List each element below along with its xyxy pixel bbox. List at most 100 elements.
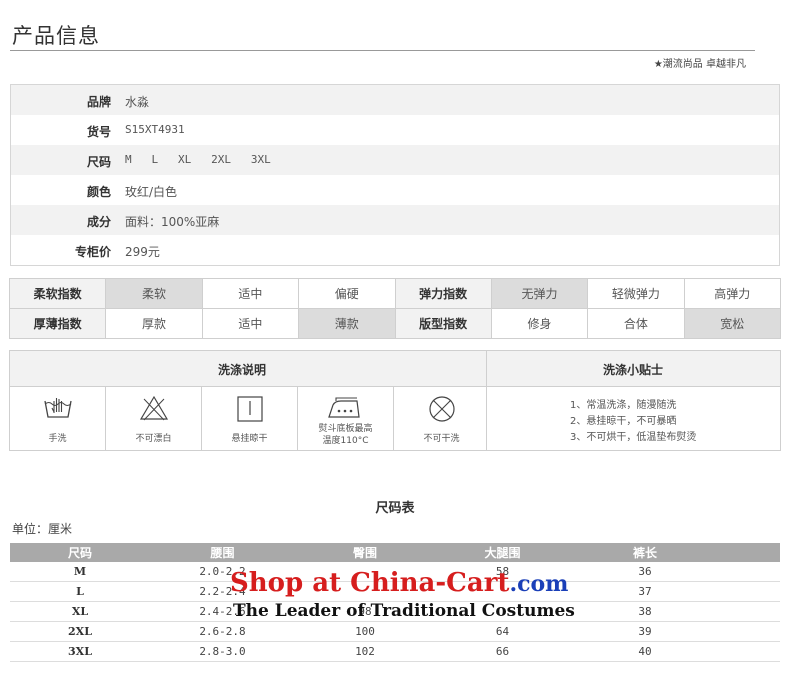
- wash-item-iron: 熨斗底板最高 温度110°C: [298, 387, 394, 450]
- washing-tips-title: 洗涤小贴士: [603, 363, 664, 377]
- wash-caption: 手洗: [48, 434, 67, 444]
- washing-box: 洗涤说明 洗涤小贴士 手洗 不可漂白 悬挂晾干 熨斗底板最高 温度110°C 不…: [9, 350, 781, 451]
- index-option-selected: 薄款: [298, 308, 396, 339]
- product-info-box: 品牌 水淼 货号 S15XT4931 尺码 M L XL 2XL 3XL 颜色 …: [10, 84, 780, 266]
- title-divider: [10, 50, 755, 51]
- index-option: 适中: [201, 278, 300, 309]
- size-cell-empty: [720, 621, 780, 642]
- tip-item: 3、不可烘干，低温垫布熨烫: [570, 432, 697, 443]
- wash-item-hand-wash: 手洗: [10, 387, 106, 450]
- watermark-shop-at: Shop at: [230, 568, 351, 598]
- size-cell: 37: [570, 581, 720, 602]
- index-option: 偏硬: [298, 278, 396, 309]
- size-header-row: 尺码 腰围 臀围 大腿围 裤长: [10, 543, 780, 562]
- size-cell: XL: [10, 601, 150, 622]
- size-cell: 2XL: [10, 621, 150, 642]
- watermark-line1: Shop at China-Cart.com: [230, 568, 568, 598]
- info-label: 尺码: [86, 155, 111, 169]
- wash-caption: 熨斗底板最高 温度110°C: [318, 424, 373, 446]
- hand-wash-icon: [44, 398, 72, 418]
- info-row-price: 专柜价 299元: [11, 235, 779, 265]
- info-label: 货号: [86, 125, 111, 139]
- size-header-cell: 尺码: [10, 543, 150, 562]
- info-row-sku: 货号 S15XT4931: [11, 115, 779, 145]
- size-header-cell: 裤长: [570, 543, 720, 562]
- size-header-cell: 大腿围: [435, 543, 570, 562]
- fabric-index-table: 柔软指数 柔软 适中 偏硬 弹力指数 无弹力 轻微弹力 高弹力 厚薄指数 厚款 …: [8, 278, 782, 339]
- info-row-material: 成分 面料：100%亚麻: [11, 205, 779, 235]
- info-row-color: 颜色 玫红/白色: [11, 175, 779, 205]
- size-cell-empty: [720, 562, 780, 582]
- info-value: 玫红/白色: [125, 185, 178, 199]
- wash-item-no-bleach: 不可漂白: [106, 387, 202, 450]
- info-value: 299元: [125, 245, 160, 259]
- size-header-filler: [720, 543, 780, 562]
- index-option-selected: 无弹力: [490, 278, 589, 309]
- index-label: 厚薄指数: [8, 308, 107, 339]
- size-cell: 66: [435, 641, 570, 662]
- info-value: S15XT4931: [125, 123, 185, 136]
- index-option-selected: 柔软: [105, 278, 203, 309]
- no-dry-clean-icon: [429, 396, 455, 422]
- page-title: 产品信息: [12, 24, 100, 48]
- size-cell: 2.6-2.8: [150, 621, 295, 642]
- index-option: 合体: [587, 308, 685, 339]
- size-cell: 39: [570, 621, 720, 642]
- wash-caption: 不可漂白: [135, 434, 172, 444]
- size-header-cell: 腰围: [150, 543, 295, 562]
- size-cell: L: [10, 581, 150, 602]
- index-label: 弹力指数: [394, 278, 492, 309]
- info-row-brand: 品牌 水淼: [11, 85, 779, 115]
- size-cell: 40: [570, 641, 720, 662]
- index-label: 柔软指数: [8, 278, 107, 309]
- size-row: 3XL 2.8-3.0 102 66 40: [10, 641, 780, 662]
- size-chart-title: 尺码表: [375, 501, 415, 516]
- iron-icon: [328, 397, 360, 418]
- info-label: 成分: [86, 215, 111, 229]
- index-option: 高弹力: [683, 278, 782, 309]
- size-cell: 64: [435, 621, 570, 642]
- info-label: 颜色: [86, 185, 111, 199]
- index-row: 柔软指数 柔软 适中 偏硬 弹力指数 无弹力 轻微弹力 高弹力: [8, 278, 782, 309]
- size-cell: 36: [570, 562, 720, 582]
- info-label: 专柜价: [74, 245, 111, 259]
- index-option: 修身: [490, 308, 589, 339]
- size-cell: 3XL: [10, 641, 150, 662]
- wash-caption: 悬挂晾干: [231, 434, 268, 444]
- watermark-domain: .com: [509, 571, 569, 597]
- info-value: 水淼: [125, 95, 150, 109]
- washing-header: 洗涤说明 洗涤小贴士: [10, 351, 780, 387]
- index-row: 厚薄指数 厚款 适中 薄款 版型指数 修身 合体 宽松: [8, 308, 782, 339]
- info-row-size: 尺码 M L XL 2XL 3XL: [11, 145, 779, 175]
- size-header-cell: 臀围: [295, 543, 435, 562]
- size-cell: 100: [295, 621, 435, 642]
- size-row: 2XL 2.6-2.8 100 64 39: [10, 621, 780, 642]
- size-cell-empty: [720, 601, 780, 622]
- size-cell-empty: [720, 581, 780, 602]
- wash-caption: 不可干洗: [423, 434, 460, 444]
- slogan: ★潮流尚品 卓越非凡: [653, 59, 746, 70]
- wash-item-hang-dry: 悬挂晾干: [202, 387, 298, 450]
- size-cell-empty: [720, 641, 780, 662]
- watermark-line2: The Leader of Traditional Costumes: [233, 601, 575, 621]
- info-value: 面料：100%亚麻: [125, 215, 220, 229]
- info-label: 品牌: [86, 95, 111, 109]
- size-cell: M: [10, 562, 150, 582]
- tip-item: 2、悬挂晾干，不可暴晒: [570, 416, 677, 427]
- index-option: 厚款: [105, 308, 203, 339]
- size-cell: 2.8-3.0: [150, 641, 295, 662]
- tip-item: 1、常温洗涤，随漫随洗: [570, 400, 677, 411]
- wash-item-no-dry-clean: 不可干洗: [394, 387, 489, 450]
- size-cell: 102: [295, 641, 435, 662]
- index-option-selected: 宽松: [683, 308, 782, 339]
- info-value: M L XL 2XL 3XL: [125, 153, 271, 166]
- index-label: 版型指数: [394, 308, 492, 339]
- washing-title: 洗涤说明: [218, 363, 267, 377]
- watermark-brand: China-Cart: [350, 568, 510, 598]
- washing-tips: 1、常温洗涤，随漫随洗 2、悬挂晾干，不可暴晒 3、不可烘干，低温垫布熨烫: [570, 398, 696, 446]
- index-option: 适中: [201, 308, 300, 339]
- hang-dry-icon: [237, 396, 263, 422]
- index-option: 轻微弹力: [587, 278, 685, 309]
- no-bleach-icon: [139, 395, 169, 421]
- size-cell: 38: [570, 601, 720, 622]
